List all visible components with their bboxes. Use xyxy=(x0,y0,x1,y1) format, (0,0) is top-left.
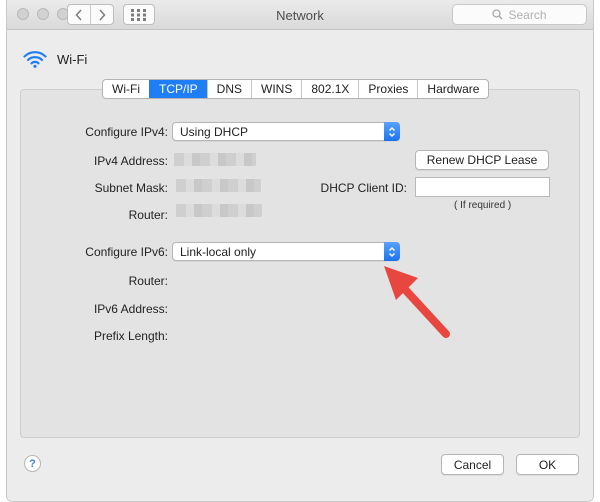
dhcp-client-id-field[interactable] xyxy=(415,177,550,197)
tab-wins[interactable]: WINS xyxy=(251,80,301,98)
renew-dhcp-lease-button[interactable]: Renew DHCP Lease xyxy=(415,150,549,170)
popup-stepper-icon xyxy=(384,122,400,141)
annotation-arrow xyxy=(384,266,450,338)
configure-ipv6-value: Link-local only xyxy=(180,245,257,259)
subnet-mask-label: Subnet Mask: xyxy=(94,181,168,195)
configure-ipv6-label: Configure IPv6: xyxy=(85,245,168,259)
dhcp-client-id-label: DHCP Client ID: xyxy=(320,181,407,195)
tab-bar: Wi-Fi TCP/IP DNS WINS 802.1X Proxies Har… xyxy=(102,79,490,99)
router-label: Router: xyxy=(128,208,168,222)
configure-ipv4-value: Using DHCP xyxy=(180,125,249,139)
client-id-hint: ( If required ) xyxy=(454,200,512,211)
help-button[interactable]: ? xyxy=(24,455,41,472)
tab-8021x[interactable]: 802.1X xyxy=(301,80,358,98)
network-preferences-window: Network Search Wi-Fi Wi-Fi TCP/IP DNS WI… xyxy=(6,0,594,502)
configure-ipv6-select[interactable]: Link-local only xyxy=(172,242,400,261)
ipv4-address-label: IPv4 Address: xyxy=(93,154,168,168)
service-header: Wi-Fi xyxy=(23,50,87,68)
router-value-redacted xyxy=(176,204,262,217)
configure-ipv4-label: Configure IPv4: xyxy=(85,125,168,139)
ipv4-address-value-redacted xyxy=(174,153,256,166)
title-bar: Network Search xyxy=(7,0,593,30)
subnet-mask-value-redacted xyxy=(176,179,261,192)
cancel-button[interactable]: Cancel xyxy=(441,454,504,475)
tab-proxies[interactable]: Proxies xyxy=(358,80,417,98)
tab-hardware[interactable]: Hardware xyxy=(417,80,488,98)
wifi-icon xyxy=(23,51,47,68)
prefix-length-label: Prefix Length: xyxy=(93,329,168,343)
tcpip-panel: Configure IPv4: Using DHCP IPv4 Address:… xyxy=(20,89,580,438)
tab-wifi[interactable]: Wi-Fi xyxy=(103,80,149,98)
ok-button[interactable]: OK xyxy=(516,454,579,475)
configure-ipv4-select[interactable]: Using DHCP xyxy=(172,122,400,141)
tab-dns[interactable]: DNS xyxy=(206,80,251,98)
tab-tcpip[interactable]: TCP/IP xyxy=(148,80,207,98)
search-icon xyxy=(492,9,503,20)
search-placeholder: Search xyxy=(508,7,547,22)
ipv6-address-label: IPv6 Address: xyxy=(93,302,168,316)
popup-stepper-icon xyxy=(384,242,400,261)
search-field[interactable]: Search xyxy=(452,4,587,25)
service-name: Wi-Fi xyxy=(57,51,88,67)
ipv6-router-label: Router: xyxy=(128,274,168,288)
